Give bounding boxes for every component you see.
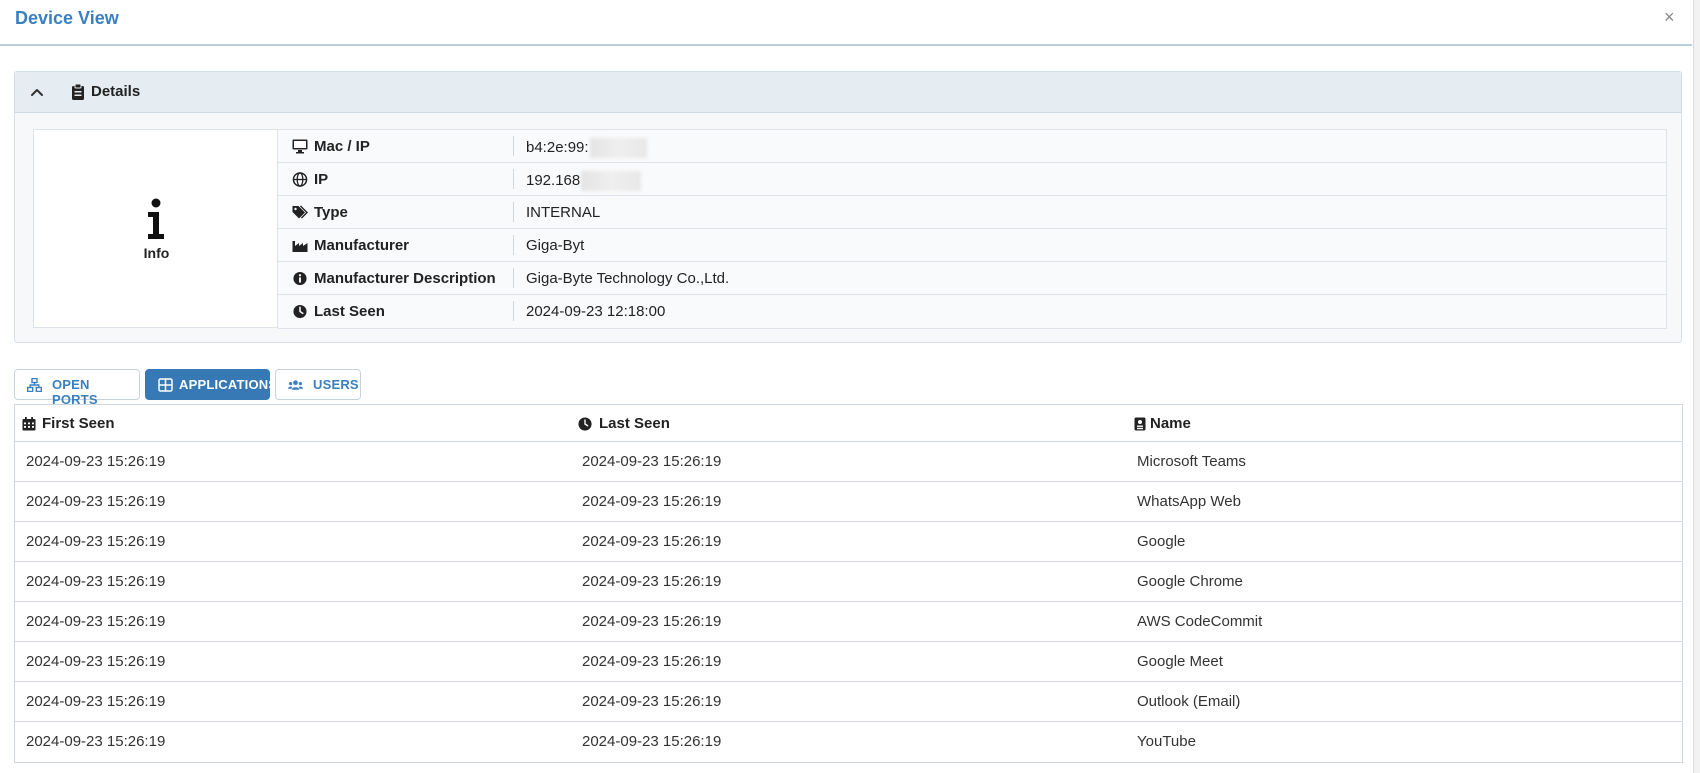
info-circle-icon [293,271,307,286]
last-seen-cell: 2024-09-23 15:26:19 [582,533,722,550]
property-key: Type [314,204,348,221]
tab-open-ports[interactable]: OPEN PORTS [14,369,140,407]
info-icon [148,198,164,239]
property-key: Mac / IP [314,138,370,155]
first-seen-cell: 2024-09-23 15:26:19 [26,453,166,470]
modal-title: Device View [15,8,119,28]
clock-icon [578,417,592,431]
details-panel: Details Info Mac / IP b4:2e:99: IP 192.1… [14,71,1682,343]
name-cell: Google Chrome [1137,573,1243,590]
users-icon [288,380,303,390]
first-seen-cell: 2024-09-23 15:26:19 [26,493,166,510]
divider [513,268,514,288]
property-row-ip: IP 192.168 [278,163,1666,196]
tab-label: OPEN PORTS [52,377,98,407]
first-seen-cell: 2024-09-23 15:26:19 [26,653,166,670]
name-cell: Microsoft Teams [1137,453,1246,470]
globe-icon [292,172,308,187]
last-seen-cell: 2024-09-23 15:26:19 [582,613,722,630]
name-cell: Google [1137,533,1186,550]
first-seen-cell: 2024-09-23 15:26:19 [26,613,166,630]
property-key: Manufacturer Description [314,270,496,287]
table-row[interactable]: 2024-09-23 15:26:19 2024-09-23 15:26:19 … [15,562,1682,602]
table-row[interactable]: 2024-09-23 15:26:19 2024-09-23 15:26:19 … [15,482,1682,522]
tab-label: APPLICATIONS [179,377,278,392]
details-header[interactable]: Details [15,72,1681,113]
table-row[interactable]: 2024-09-23 15:26:19 2024-09-23 15:26:19 … [15,602,1682,642]
industry-icon [292,241,308,252]
property-row-type: Type INTERNAL [278,196,1666,229]
close-button[interactable]: × [1664,7,1675,28]
property-value: 192.168 [526,171,642,191]
info-label: Info [143,245,170,261]
table-row[interactable]: 2024-09-23 15:26:19 2024-09-23 15:26:19 … [15,522,1682,562]
property-row-manufacturer: Manufacturer Giga-Byt [278,229,1666,262]
last-seen-cell: 2024-09-23 15:26:19 [582,573,722,590]
property-key: Last Seen [314,303,385,320]
chevron-up-icon[interactable] [28,83,46,101]
tab-users[interactable]: USERS [275,369,361,400]
ip-value: 192.168 [526,171,581,189]
property-key: Manufacturer [314,237,410,254]
clipboard-icon [72,84,84,100]
name-cell: Google Meet [1137,653,1223,670]
property-row-mac: Mac / IP b4:2e:99: [278,130,1666,163]
property-key: IP [314,171,329,188]
first-seen-cell: 2024-09-23 15:26:19 [26,733,166,750]
table-header: First Seen Last Seen Name [15,405,1682,442]
name-cell: AWS CodeCommit [1137,613,1263,630]
id-badge-icon [1134,417,1146,431]
first-seen-cell: 2024-09-23 15:26:19 [26,573,166,590]
name-cell: YouTube [1137,733,1196,750]
first-seen-cell: 2024-09-23 15:26:19 [26,693,166,710]
name-cell: WhatsApp Web [1137,493,1241,510]
grid-icon [158,378,173,392]
property-row-manufacturer-description: Manufacturer Description Giga-Byte Techn… [278,262,1666,295]
divider [513,136,514,156]
divider [513,235,514,255]
manufacturer-description-value: Giga-Byte Technology Co.,Ltd. [526,270,730,287]
mac-value: b4:2e:99: [526,138,589,156]
scrollbar[interactable] [1693,0,1700,773]
manufacturer-value: Giga-Byt [526,237,585,254]
type-value: INTERNAL [526,204,601,221]
last-seen-cell: 2024-09-23 15:26:19 [582,493,722,510]
last-seen-cell: 2024-09-23 15:26:19 [582,453,722,470]
column-header-last-seen[interactable]: Last Seen [599,415,670,432]
details-title: Details [91,83,141,100]
column-header-first-seen[interactable]: First Seen [42,415,115,432]
first-seen-cell: 2024-09-23 15:26:19 [26,533,166,550]
name-cell: Outlook (Email) [1137,693,1241,710]
last-seen-cell: 2024-09-23 15:26:19 [582,693,722,710]
modal-header: Device View × [0,0,1692,46]
tags-icon [292,205,308,219]
tab-applications[interactable]: APPLICATIONS [145,369,277,400]
info-card: Info [33,129,278,328]
table-row[interactable]: 2024-09-23 15:26:19 2024-09-23 15:26:19 … [15,442,1682,482]
tab-label: USERS [313,377,359,392]
property-value: b4:2e:99: [526,138,647,158]
table-row[interactable]: 2024-09-23 15:26:19 2024-09-23 15:26:19 … [15,682,1682,722]
column-header-name[interactable]: Name [1150,415,1191,432]
redacted-block [589,138,647,158]
redacted-block [581,171,642,191]
property-row-last-seen: Last Seen 2024-09-23 12:18:00 [278,295,1666,328]
last-seen-value: 2024-09-23 12:18:00 [526,303,666,320]
clock-icon [293,304,307,319]
last-seen-cell: 2024-09-23 15:26:19 [582,733,722,750]
divider [513,169,514,189]
divider [513,301,514,321]
calendar-icon [22,417,36,431]
monitor-icon [292,139,308,154]
sitemap-icon [27,378,42,392]
divider [513,202,514,222]
details-properties: Mac / IP b4:2e:99: IP 192.168 Type INTER… [278,129,1667,329]
table-row[interactable]: 2024-09-23 15:26:19 2024-09-23 15:26:19 … [15,722,1682,762]
table-row[interactable]: 2024-09-23 15:26:19 2024-09-23 15:26:19 … [15,642,1682,682]
applications-table: First Seen Last Seen Name 2024-09-23 15:… [14,404,1683,763]
last-seen-cell: 2024-09-23 15:26:19 [582,653,722,670]
